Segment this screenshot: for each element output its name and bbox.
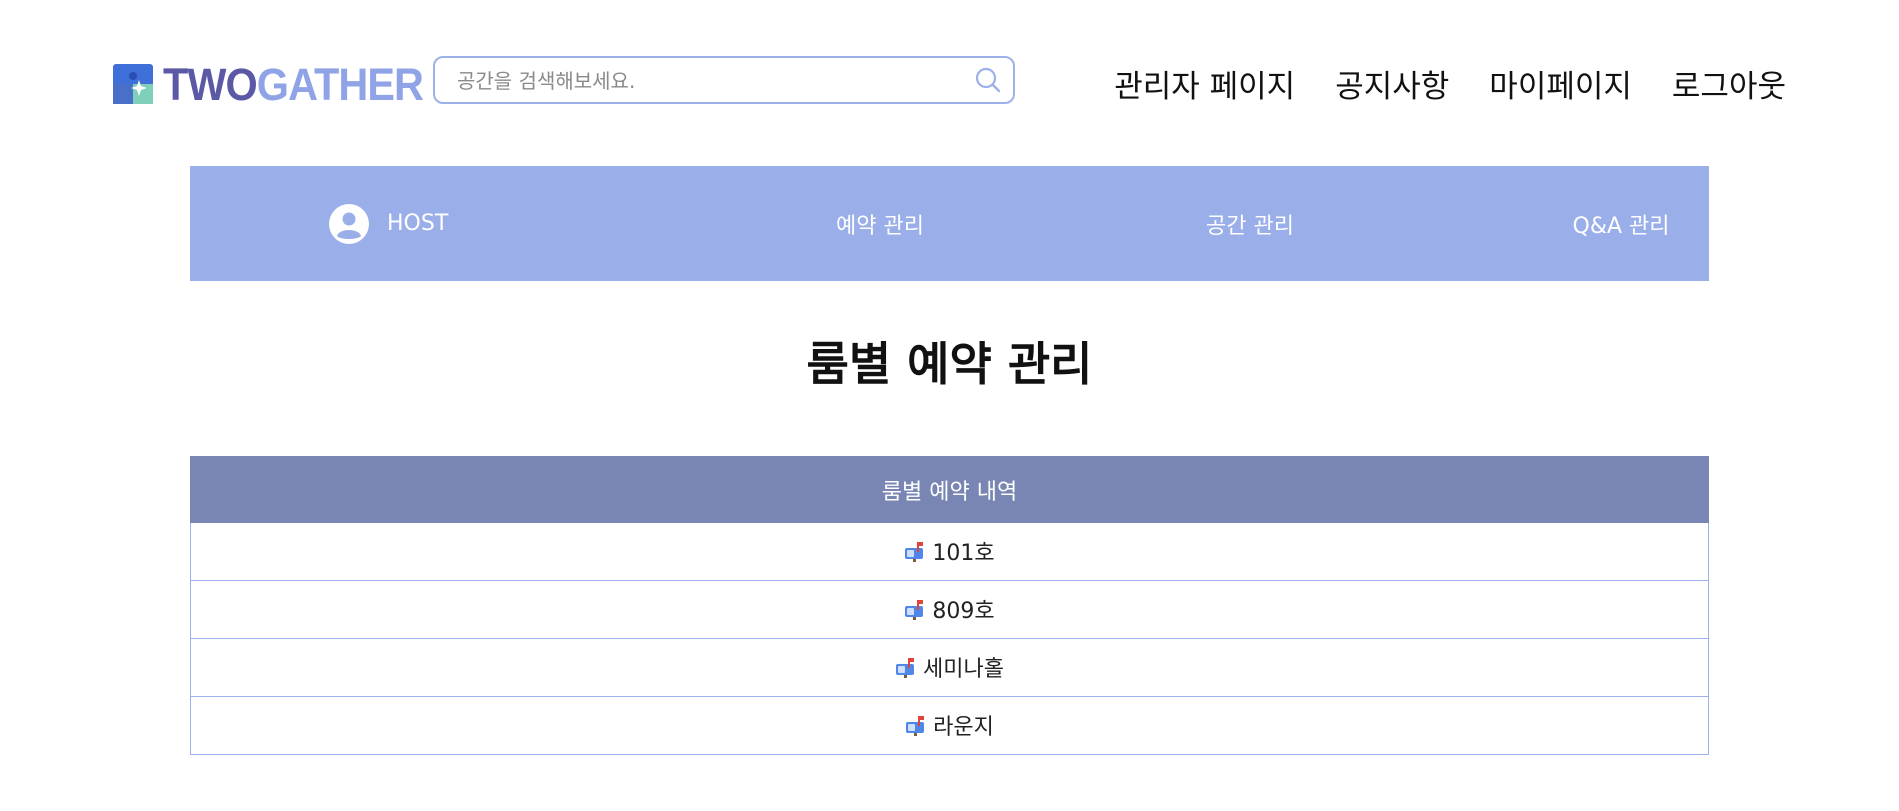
nav-mypage[interactable]: 마이페이지 <box>1489 61 1632 106</box>
host-menu-space-label: 공간 관리 <box>1206 213 1294 239</box>
room-label: 세미나홀 <box>923 657 1004 682</box>
page: TWOGATHER 관리자 페이지 공지사항 마이페이지 로그아웃 HOST <box>0 0 1899 811</box>
header: TWOGATHER 관리자 페이지 공지사항 마이페이지 로그아웃 <box>0 0 1899 168</box>
table-cell: 101호 <box>190 522 1709 581</box>
logo-text-two: TWO <box>163 58 258 110</box>
table-row: 라운지 <box>190 696 1709 755</box>
host-profile-label: HOST <box>387 211 449 236</box>
table-row: 809호 <box>190 580 1709 639</box>
room-link-seminar-hall[interactable]: 세미나홀 <box>895 651 1004 683</box>
user-circle-icon <box>329 203 369 244</box>
host-menu-reservation-label: 예약 관리 <box>836 213 924 239</box>
nav-admin-page[interactable]: 관리자 페이지 <box>1114 61 1295 106</box>
mailbox-icon <box>906 716 925 736</box>
room-reservation-table: 룸별 예약 내역 101호 809호 세미나홀 라운지 <box>190 456 1709 755</box>
mailbox-icon <box>905 600 924 620</box>
room-link-lounge[interactable]: 라운지 <box>905 709 994 741</box>
nav-notice[interactable]: 공지사항 <box>1335 61 1449 106</box>
logo-puzzle-icon <box>113 64 153 104</box>
room-label: 809호 <box>932 599 995 624</box>
search-icon[interactable] <box>973 65 1003 95</box>
mailbox-icon <box>905 542 924 562</box>
nav-logout[interactable]: 로그아웃 <box>1672 61 1786 106</box>
table-cell: 라운지 <box>190 696 1709 755</box>
table-row: 101호 <box>190 522 1709 581</box>
table-header-row: 룸별 예약 내역 <box>190 456 1709 523</box>
search-input[interactable] <box>455 66 959 96</box>
logo-link[interactable]: TWOGATHER <box>113 61 446 107</box>
host-profile[interactable]: HOST <box>329 166 589 281</box>
host-menu-space[interactable]: 공간 관리 <box>1150 166 1350 281</box>
room-link-101[interactable]: 101호 <box>904 535 995 567</box>
room-label: 101호 <box>932 541 995 566</box>
room-link-809[interactable]: 809호 <box>904 593 995 625</box>
table-cell: 809호 <box>190 580 1709 639</box>
room-label: 라운지 <box>933 715 994 740</box>
table-cell: 세미나홀 <box>190 638 1709 697</box>
mailbox-icon <box>896 658 915 678</box>
host-menu-bar: HOST 예약 관리 공간 관리 Q&A 관리 <box>190 166 1709 281</box>
host-menu-qna-label: Q&A 관리 <box>1572 213 1670 239</box>
host-menu-qna[interactable]: Q&A 관리 <box>1521 166 1721 281</box>
host-menu-reservation[interactable]: 예약 관리 <box>780 166 980 281</box>
table-row: 세미나홀 <box>190 638 1709 697</box>
search-box <box>433 56 1015 104</box>
page-title: 룸별 예약 관리 <box>806 337 1093 391</box>
logo-text: TWOGATHER <box>163 58 424 110</box>
table-header: 룸별 예약 내역 <box>190 456 1709 523</box>
top-nav: 관리자 페이지 공지사항 마이페이지 로그아웃 <box>1114 60 1786 106</box>
logo-text-gather: GATHER <box>256 58 424 110</box>
